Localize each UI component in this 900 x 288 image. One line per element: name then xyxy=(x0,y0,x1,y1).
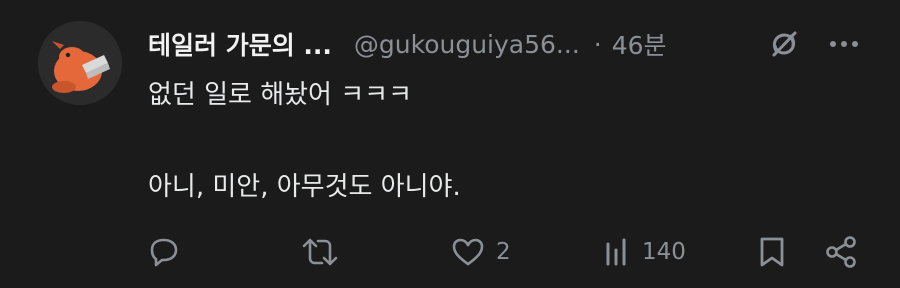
views-count: 140 xyxy=(642,239,686,265)
share-icon xyxy=(826,236,856,268)
avatar[interactable] xyxy=(38,21,122,105)
action-bar: 2 140 xyxy=(0,228,900,276)
chainsaw-dog-avatar-icon xyxy=(38,21,122,105)
user-handle[interactable]: @gukouguiya56... xyxy=(354,30,580,59)
tweet-text-line: 아니, 미안, 아무것도 아니야. xyxy=(148,172,461,202)
heart-icon xyxy=(452,238,484,266)
tweet-header: 테일러 가문의 ... @gukouguiya56... · 46분 xyxy=(148,24,888,64)
separator-dot: · xyxy=(593,29,602,59)
share-button[interactable] xyxy=(822,228,862,276)
reply-icon xyxy=(150,238,178,267)
timestamp[interactable]: 46분 xyxy=(612,26,667,62)
bookmark-icon xyxy=(760,237,784,267)
grok-icon[interactable] xyxy=(764,24,804,64)
like-button[interactable]: 2 xyxy=(450,228,511,276)
bookmark-button[interactable] xyxy=(756,228,788,276)
like-count: 2 xyxy=(496,239,511,265)
more-icon[interactable] xyxy=(824,24,864,64)
views-icon xyxy=(606,238,626,266)
retweet-button[interactable] xyxy=(300,228,350,276)
reply-button[interactable] xyxy=(146,228,192,276)
views-button[interactable]: 140 xyxy=(602,228,686,276)
display-name[interactable]: 테일러 가문의 ... xyxy=(148,26,332,62)
retweet-icon xyxy=(302,238,338,266)
tweet-text-line: 없던 일로 해놨어 ㅋㅋㅋ xyxy=(148,80,412,110)
